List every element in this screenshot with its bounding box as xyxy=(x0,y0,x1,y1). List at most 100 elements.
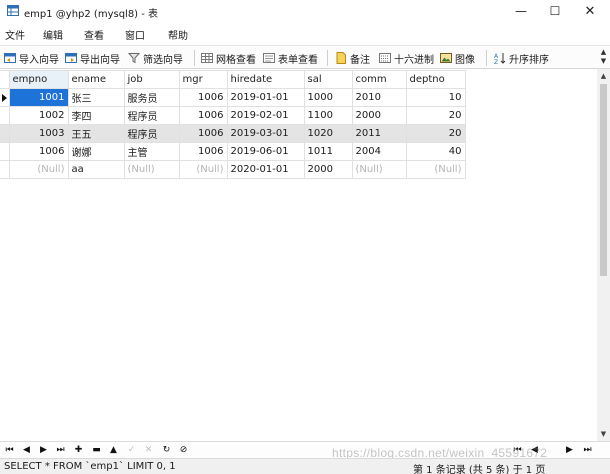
next-page-icon[interactable]: ▶ xyxy=(564,444,575,456)
form-view-button[interactable]: 表单查看 xyxy=(263,50,318,66)
column-header-mgr[interactable]: mgr xyxy=(178,70,228,89)
first-record-icon[interactable]: ⏮ xyxy=(4,444,15,456)
row-marker[interactable] xyxy=(0,88,10,107)
apply-changes-icon[interactable]: ▲ xyxy=(108,444,119,456)
grid-cell[interactable]: 程序员 xyxy=(123,124,180,143)
column-header-empno[interactable]: empno xyxy=(8,70,69,89)
menu-window[interactable]: 窗口 xyxy=(125,27,145,42)
grid-cell[interactable]: 40 xyxy=(405,142,466,161)
close-button[interactable]: ✕ xyxy=(576,0,604,22)
grid-cell[interactable]: 2020-01-01 xyxy=(226,160,305,179)
row-marker[interactable] xyxy=(0,160,10,179)
table-row[interactable]: 1006 谢娜 主管 1006 2019-06-01 1011 2004 40 xyxy=(0,142,466,161)
grid-cell[interactable]: 1006 xyxy=(178,88,228,107)
sort-ascending-button[interactable]: A Z 升序排序 xyxy=(494,50,549,66)
import-wizard-button[interactable]: 导入向导 xyxy=(4,50,59,66)
table-row[interactable]: 1001 张三 服务员 1006 2019-01-01 1000 2010 10 xyxy=(0,88,466,107)
grid-cell[interactable]: 1006 xyxy=(178,106,228,125)
stop-icon[interactable]: ⊘ xyxy=(178,444,189,456)
add-record-icon[interactable]: ✚ xyxy=(73,444,84,456)
toolbar-scroll-arrows[interactable]: ▲ ▼ xyxy=(599,48,608,68)
grid-cell[interactable]: 1006 xyxy=(8,142,69,161)
menu-file[interactable]: 文件 xyxy=(5,27,25,42)
grid-cell[interactable]: 2019-01-01 xyxy=(226,88,305,107)
column-header-comm[interactable]: comm xyxy=(351,70,407,89)
grid-cell[interactable]: (Null) xyxy=(178,160,228,179)
grid-cell[interactable]: (Null) xyxy=(405,160,466,179)
delete-record-icon[interactable]: ▬ xyxy=(91,444,102,456)
scroll-down-icon[interactable]: ▼ xyxy=(597,427,610,441)
column-header-job[interactable]: job xyxy=(123,70,180,89)
sort-ascending-label: 升序排序 xyxy=(509,54,549,66)
grid-cell[interactable]: 服务员 xyxy=(123,88,180,107)
menu-view[interactable]: 查看 xyxy=(84,27,104,42)
grid-cell[interactable]: (Null) xyxy=(351,160,407,179)
grid-cell[interactable]: 1001 xyxy=(8,88,69,107)
grid-cell[interactable]: 2011 xyxy=(351,124,407,143)
scroll-up-icon[interactable]: ▲ xyxy=(597,69,610,83)
grid-cell[interactable]: 主管 xyxy=(123,142,180,161)
grid-cell[interactable]: 张三 xyxy=(67,88,125,107)
grid-view-button[interactable]: 网格查看 xyxy=(201,50,256,66)
hex-icon xyxy=(379,53,391,63)
grid-cell[interactable]: 20 xyxy=(405,106,466,125)
cancel-icon[interactable]: ✕ xyxy=(143,444,154,456)
grid-cell[interactable]: 2019-06-01 xyxy=(226,142,305,161)
column-header-deptno[interactable]: deptno xyxy=(405,70,466,89)
grid-cell[interactable]: 20 xyxy=(405,124,466,143)
column-header-hiredate[interactable]: hiredate xyxy=(226,70,305,89)
image-button[interactable]: 图像 xyxy=(440,50,475,66)
grid-cell[interactable]: 1100 xyxy=(303,106,353,125)
last-page-icon[interactable]: ⏭ xyxy=(582,444,593,456)
grid-cell[interactable]: (Null) xyxy=(123,160,180,179)
grid-cell[interactable]: 1020 xyxy=(303,124,353,143)
grid-cell[interactable]: 2004 xyxy=(351,142,407,161)
grid-cell[interactable]: 1006 xyxy=(178,124,228,143)
hex-button[interactable]: 十六进制 xyxy=(379,50,434,66)
column-header-sal[interactable]: sal xyxy=(303,70,353,89)
column-header-ename[interactable]: ename xyxy=(67,70,125,89)
grid-cell[interactable]: 2000 xyxy=(351,106,407,125)
grid-cell[interactable]: 王五 xyxy=(67,124,125,143)
previous-record-icon[interactable]: ◀ xyxy=(21,444,32,456)
row-marker[interactable] xyxy=(0,106,10,125)
grid-cell[interactable]: 2019-02-01 xyxy=(226,106,305,125)
filter-wizard-button[interactable]: 筛选向导 xyxy=(128,50,183,66)
table-row[interactable]: 1003 王五 程序员 1006 2019-03-01 1020 2011 20 xyxy=(0,124,466,143)
memo-button[interactable]: 备注 xyxy=(335,50,370,66)
scrollbar-thumb[interactable] xyxy=(600,84,607,276)
export-wizard-button[interactable]: 导出向导 xyxy=(65,50,120,66)
grid-cell[interactable]: 程序员 xyxy=(123,106,180,125)
commit-icon[interactable]: ✓ xyxy=(126,444,137,456)
refresh-icon[interactable]: ↻ xyxy=(161,444,172,456)
grid-cell[interactable]: 1002 xyxy=(8,106,69,125)
grid-cell[interactable]: 1000 xyxy=(303,88,353,107)
menu-edit[interactable]: 编辑 xyxy=(43,27,63,42)
current-row-arrow-icon xyxy=(2,93,7,102)
table-row[interactable]: (Null) aa (Null) (Null) 2020-01-01 2000 … xyxy=(0,160,466,179)
status-sql-text: SELECT * FROM `emp1` LIMIT 0, 1 xyxy=(4,461,176,472)
grid-cell[interactable]: aa xyxy=(67,160,125,179)
row-marker[interactable] xyxy=(0,124,10,143)
import-wizard-label: 导入向导 xyxy=(19,54,59,66)
grid-cell[interactable]: 谢娜 xyxy=(67,142,125,161)
grid-cell[interactable]: 1003 xyxy=(8,124,69,143)
table-row[interactable]: 1002 李四 程序员 1006 2019-02-01 1100 2000 20 xyxy=(0,106,466,125)
grid-cell[interactable]: 1006 xyxy=(178,142,228,161)
last-record-icon[interactable]: ⏭ xyxy=(55,444,66,456)
grid-cell[interactable]: 2000 xyxy=(303,160,353,179)
minimize-button[interactable]: — xyxy=(507,0,535,22)
grid-cell[interactable]: 10 xyxy=(405,88,466,107)
export-wizard-label: 导出向导 xyxy=(80,54,120,66)
next-record-icon[interactable]: ▶ xyxy=(38,444,49,456)
row-marker[interactable] xyxy=(0,142,10,161)
grid-cell[interactable]: 2019-03-01 xyxy=(226,124,305,143)
menu-help[interactable]: 帮助 xyxy=(168,27,188,42)
vertical-scrollbar[interactable]: ▲ ▼ xyxy=(597,69,610,441)
grid-cell[interactable]: 1011 xyxy=(303,142,353,161)
maximize-button[interactable]: ☐ xyxy=(541,0,569,22)
grid-cell[interactable]: 2010 xyxy=(351,88,407,107)
toolbar-separator xyxy=(327,50,328,66)
grid-cell[interactable]: 李四 xyxy=(67,106,125,125)
grid-cell[interactable]: (Null) xyxy=(8,160,69,179)
